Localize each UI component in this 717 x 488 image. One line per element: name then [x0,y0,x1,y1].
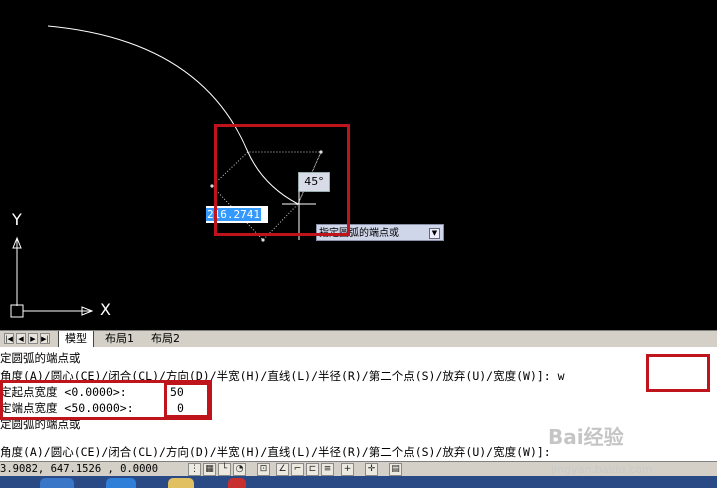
next-tab-button[interactable]: ▶ [28,333,38,344]
crosshair-icon[interactable]: ✛ [365,463,378,476]
highlight-box [646,354,710,392]
ucs-y-label: Y [12,210,22,229]
layout-tab-bar: |◀ ◀ ▶ ▶| 模型 布局1 布局2 [0,330,717,347]
drawing-canvas[interactable]: Y X 216.2741 45° 指定圆弧的端点或 ▼ [0,0,717,330]
taskbar-browser-icon[interactable] [106,478,136,488]
calculator-icon[interactable]: ▤ [389,463,402,476]
otrack-icon[interactable]: ∠ [276,463,289,476]
watermark-logo: Bai经验 [548,425,624,449]
highlight-box [164,382,210,418]
status-bar: 3.9082, 647.1526 , 0.0000 ⋮ ▦ └ ◔ ⊡ ∠ ⌐ … [0,461,717,477]
ucs-x-label: X [100,300,111,319]
taskbar-app-icon[interactable] [40,478,74,488]
last-tab-button[interactable]: ▶| [40,333,50,344]
dropdown-arrow-icon[interactable]: ▼ [429,228,440,239]
ducs-icon[interactable]: ⌐ [291,463,304,476]
lineweight-icon[interactable]: ≡ [321,463,334,476]
taskbar-cad-icon[interactable] [228,478,246,488]
tab-model[interactable]: 模型 [58,331,94,347]
snap-icon[interactable]: ⋮ [188,463,201,476]
ortho-icon[interactable]: └ [218,463,231,476]
canvas-graphics [10,25,323,318]
quick-properties-icon[interactable]: + [341,463,354,476]
tab-layout1[interactable]: 布局1 [99,331,140,347]
command-prompt-line[interactable]: 角度(A)/圆心(CE)/闭合(CL)/方向(D)/半宽(H)/直线(L)/半径… [0,444,551,460]
polar-icon[interactable]: ◔ [233,463,246,476]
grip-point [261,238,265,242]
grid-icon[interactable]: ▦ [203,463,216,476]
tab-layout2[interactable]: 布局2 [145,331,186,347]
command-window[interactable]: 定圆弧的端点或 角度(A)/圆心(CE)/闭合(CL)/方向(D)/半宽(H)/… [0,347,717,461]
dynamic-input-icon[interactable]: ⊏ [306,463,319,476]
watermark-url: jingyan.baidu.com [551,463,653,476]
prev-tab-button[interactable]: ◀ [16,333,26,344]
coordinate-readout: 3.9082, 647.1526 , 0.0000 [0,463,159,475]
command-history-line: 定圆弧的端点或 [0,351,81,365]
os-taskbar [0,476,717,488]
first-tab-button[interactable]: |◀ [4,333,14,344]
ucs-icon [10,236,94,318]
highlight-box [214,124,350,236]
osnap-icon[interactable]: ⊡ [257,463,270,476]
taskbar-folder-icon[interactable] [168,478,194,488]
